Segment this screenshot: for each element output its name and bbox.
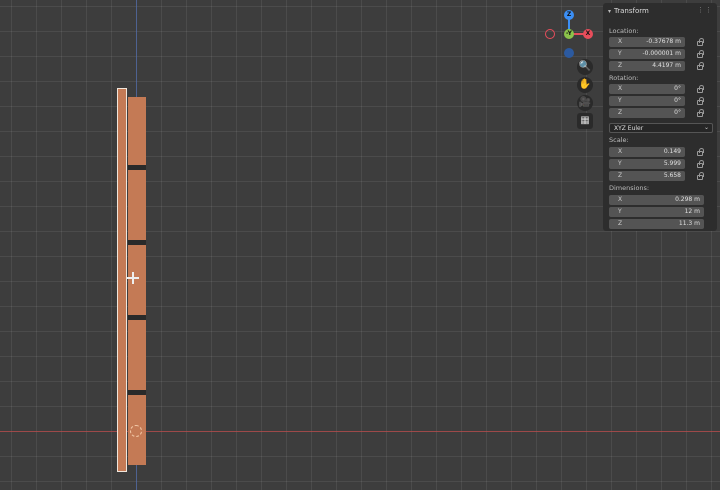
board-segment[interactable] (128, 97, 146, 165)
rotation-mode-select[interactable]: XYZ Euler ⌄ (609, 123, 713, 133)
lock-icon[interactable] (697, 50, 705, 58)
gizmo-neg-y-icon[interactable]: -Y (564, 29, 574, 39)
dimensions-label: Dimensions: (609, 184, 650, 192)
board-segment[interactable] (128, 320, 146, 390)
location-z-field[interactable]: Z 4.4197 m (609, 61, 685, 71)
rotation-y-field[interactable]: Y 0° (609, 96, 685, 106)
dimensions-x-field[interactable]: X 0.298 m (609, 195, 704, 205)
panel-title: Transform (614, 7, 649, 15)
lock-icon[interactable] (697, 85, 705, 93)
rotation-z-field[interactable]: Z 0° (609, 108, 685, 118)
chevron-down-icon: ⌄ (703, 124, 709, 131)
dimensions-z-field[interactable]: Z 11.3 m (609, 219, 704, 229)
scale-y-field[interactable]: Y 5.999 (609, 159, 685, 169)
location-label: Location: (609, 27, 639, 35)
hand-icon[interactable]: ✋ (577, 77, 593, 93)
lock-icon[interactable] (697, 172, 705, 180)
lock-icon[interactable] (697, 160, 705, 168)
rotation-x-field[interactable]: X 0° (609, 84, 685, 94)
transform-panel-header[interactable]: ▾ Transform (608, 7, 649, 15)
location-x-field[interactable]: X -0.37678 m (609, 37, 685, 47)
camera-icon[interactable]: 🎥 (577, 95, 593, 111)
grid-icon[interactable]: ▦ (577, 113, 593, 129)
gizmo-x-icon[interactable]: X (583, 29, 593, 39)
board-segment[interactable] (128, 170, 146, 240)
3d-cursor-icon (130, 425, 142, 437)
zoom-icon[interactable]: 🔍 (577, 59, 593, 75)
drag-handle-icon[interactable]: ⋮⋮ (697, 6, 713, 14)
selected-plank[interactable] (117, 88, 127, 472)
lock-icon[interactable] (697, 97, 705, 105)
lock-icon[interactable] (697, 38, 705, 46)
chevron-down-icon: ▾ (608, 8, 612, 15)
x-axis-line (0, 431, 720, 432)
object-origin-icon (127, 272, 139, 284)
gizmo-neg-z-icon[interactable] (564, 48, 574, 58)
location-y-field[interactable]: Y -0.000001 m (609, 49, 685, 59)
rotation-label: Rotation: (609, 74, 639, 82)
scale-x-field[interactable]: X 0.149 (609, 147, 685, 157)
lock-icon[interactable] (697, 109, 705, 117)
lock-icon[interactable] (697, 62, 705, 70)
gizmo-z-icon[interactable]: Z (564, 10, 574, 20)
lock-icon[interactable] (697, 148, 705, 156)
transform-panel: ▾ Transform ⋮⋮ Location: X -0.37678 m Y -0.… (603, 3, 717, 231)
dimensions-y-field[interactable]: Y 12 m (609, 207, 704, 217)
scale-z-field[interactable]: Z 5.658 (609, 171, 685, 181)
gizmo-neg-x-icon[interactable] (545, 29, 555, 39)
scale-label: Scale: (609, 136, 629, 144)
